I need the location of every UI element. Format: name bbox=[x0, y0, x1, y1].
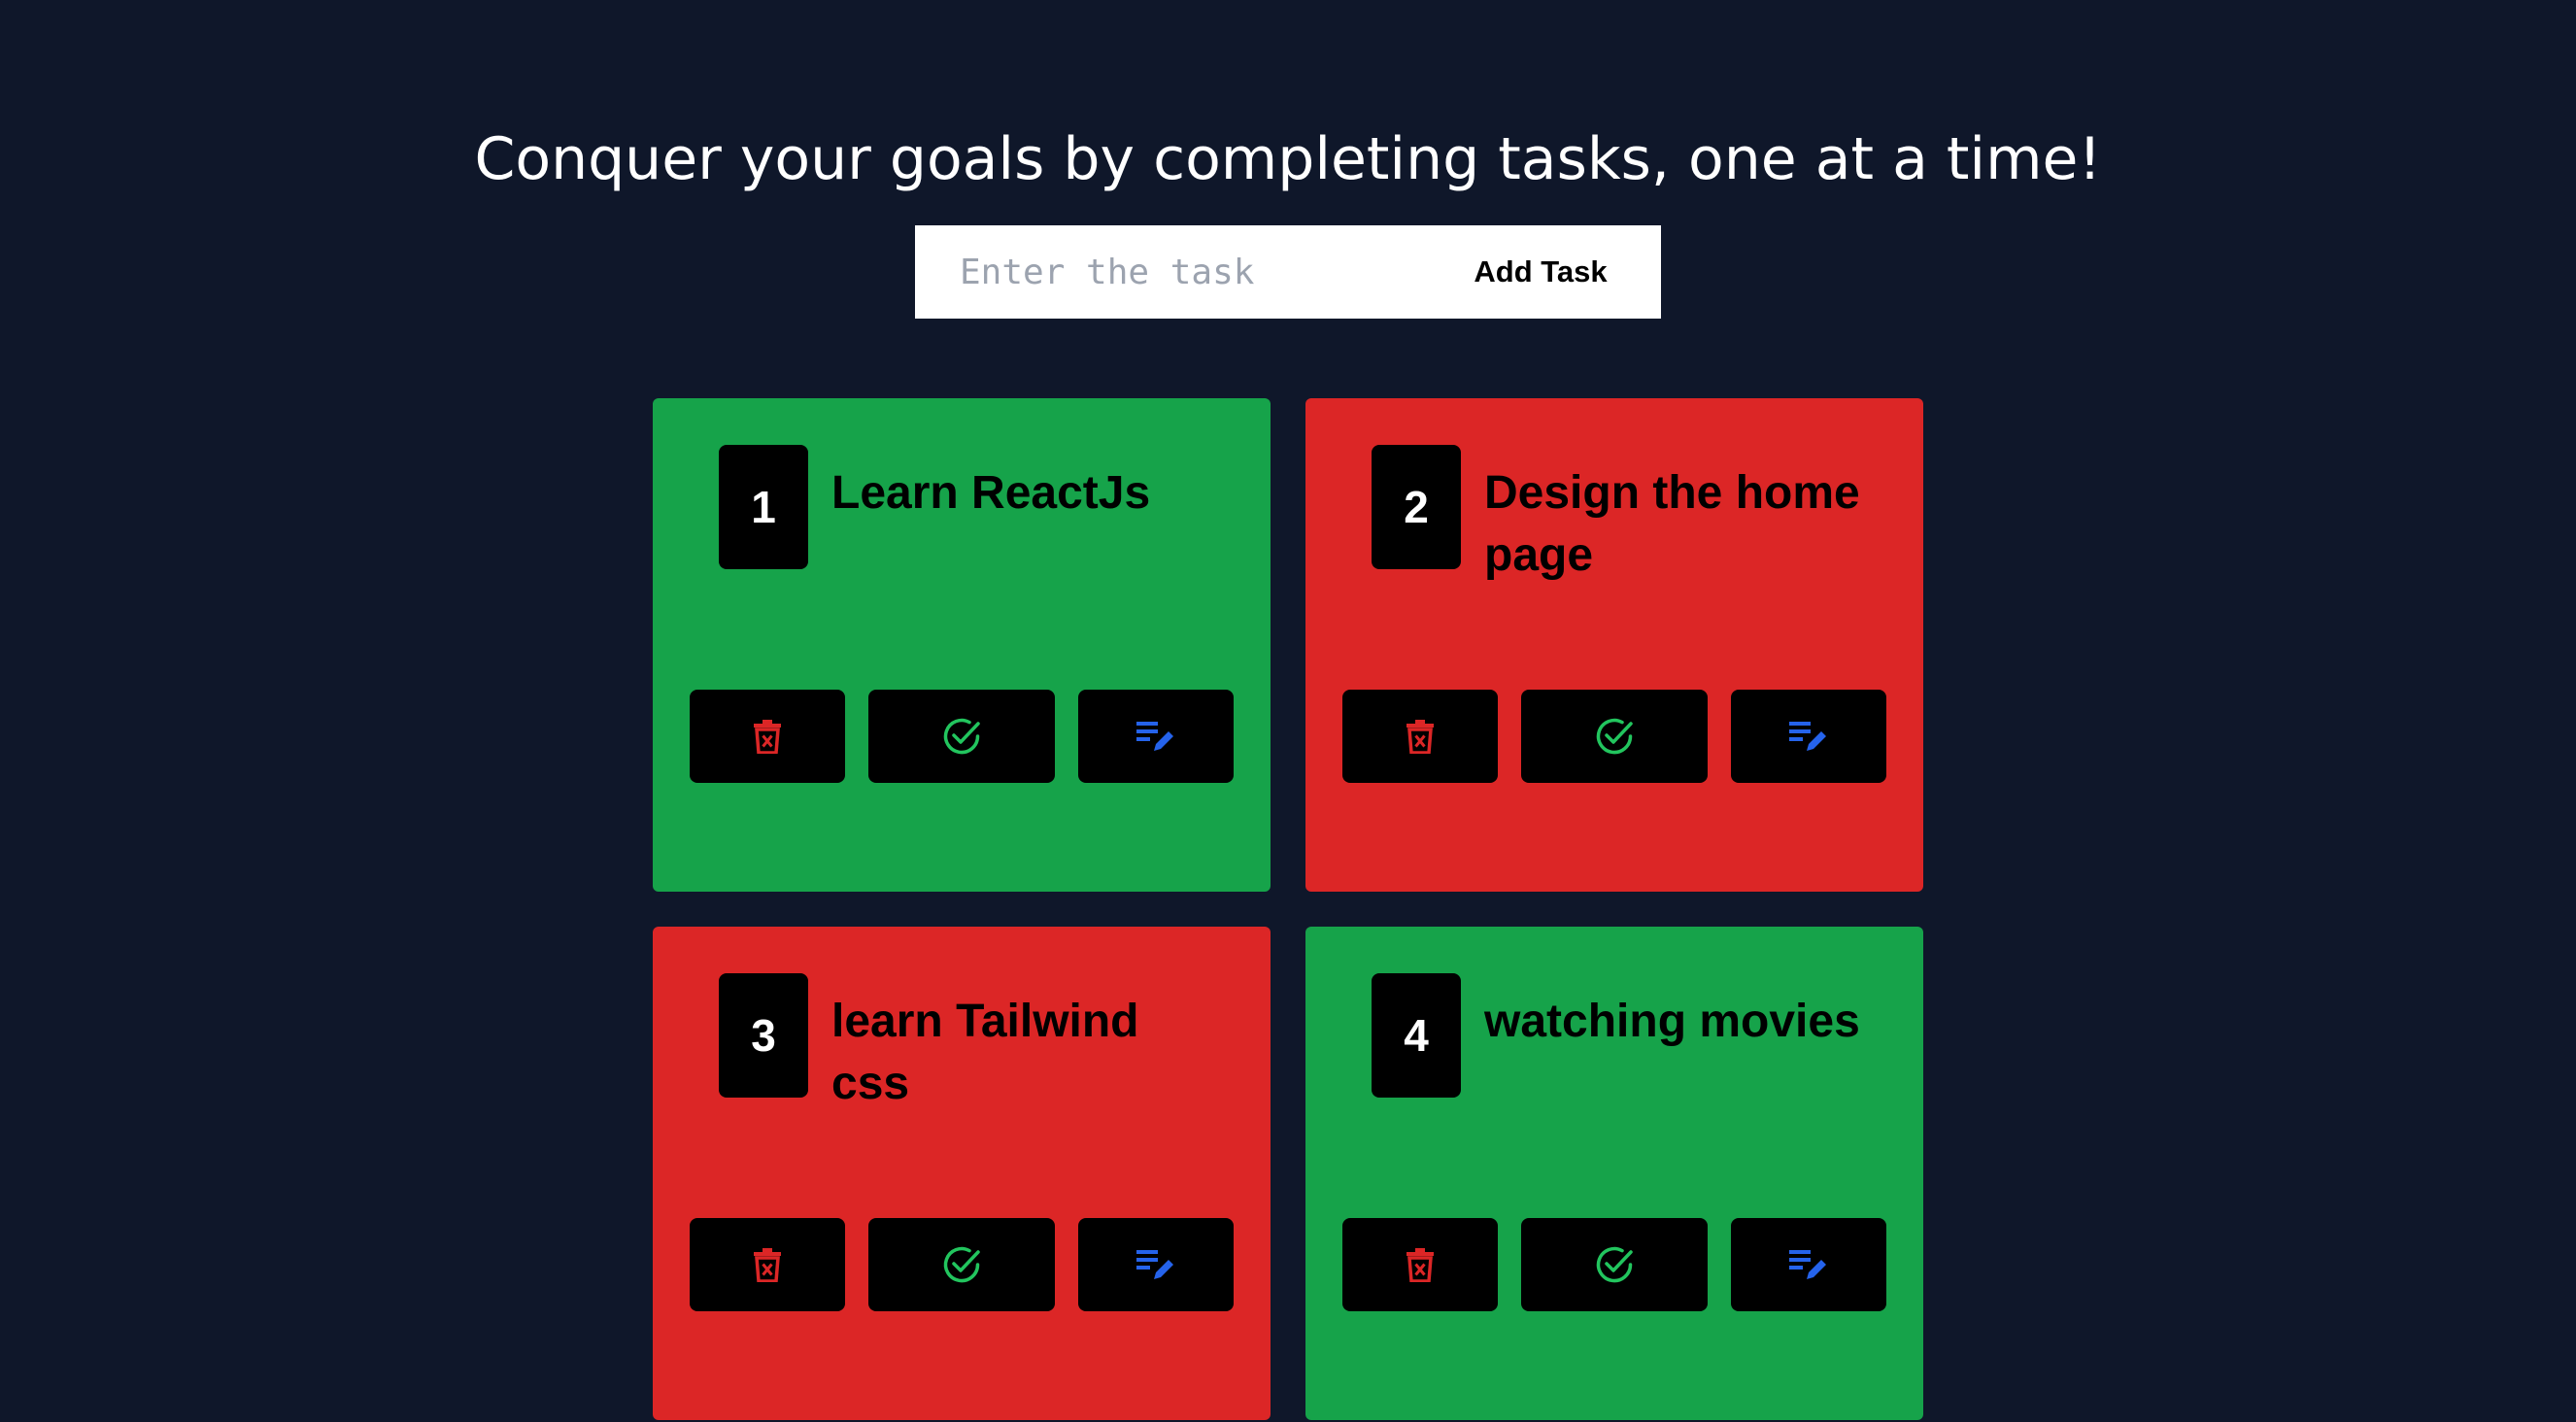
check-circle-icon bbox=[943, 1246, 980, 1283]
complete-task-button[interactable] bbox=[1521, 1218, 1708, 1311]
complete-task-button[interactable] bbox=[868, 1218, 1055, 1311]
check-circle-icon bbox=[1596, 718, 1633, 755]
edit-task-button[interactable] bbox=[1078, 690, 1234, 783]
trash-x-icon bbox=[1407, 1248, 1434, 1282]
task-number-badge: 1 bbox=[719, 445, 808, 569]
task-title: watching movies bbox=[1484, 996, 1860, 1047]
edit-task-button[interactable] bbox=[1731, 690, 1886, 783]
task-card: 3 learn Tailwind css bbox=[653, 927, 1271, 1420]
task-card: 1 Learn ReactJs bbox=[653, 398, 1271, 892]
task-title: learn Tailwind css bbox=[831, 996, 1139, 1109]
complete-task-button[interactable] bbox=[1521, 690, 1708, 783]
edit-note-icon bbox=[1136, 722, 1173, 751]
delete-task-button[interactable] bbox=[690, 1218, 845, 1311]
task-number-badge: 2 bbox=[1372, 445, 1461, 569]
edit-note-icon bbox=[1136, 1250, 1173, 1279]
task-card: 2 Design the home page bbox=[1305, 398, 1923, 892]
edit-task-button[interactable] bbox=[1078, 1218, 1234, 1311]
task-form: Add Task bbox=[915, 225, 1661, 319]
task-number-badge: 3 bbox=[719, 973, 808, 1098]
task-card: 4 watching movies bbox=[1305, 927, 1923, 1420]
page-title: Conquer your goals by completing tasks, … bbox=[474, 125, 2102, 193]
edit-note-icon bbox=[1789, 722, 1826, 751]
delete-task-button[interactable] bbox=[1342, 1218, 1498, 1311]
delete-task-button[interactable] bbox=[690, 690, 845, 783]
delete-task-button[interactable] bbox=[1342, 690, 1498, 783]
task-number-badge: 4 bbox=[1372, 973, 1461, 1098]
task-title: Learn ReactJs bbox=[831, 467, 1151, 519]
complete-task-button[interactable] bbox=[868, 690, 1055, 783]
trash-x-icon bbox=[754, 1248, 781, 1282]
task-input[interactable] bbox=[915, 225, 1420, 319]
edit-task-button[interactable] bbox=[1731, 1218, 1886, 1311]
trash-x-icon bbox=[1407, 720, 1434, 754]
trash-x-icon bbox=[754, 720, 781, 754]
check-circle-icon bbox=[943, 718, 980, 755]
task-title: Design the home page bbox=[1484, 467, 1860, 581]
check-circle-icon bbox=[1596, 1246, 1633, 1283]
add-task-button[interactable]: Add Task bbox=[1420, 225, 1661, 319]
edit-note-icon bbox=[1789, 1250, 1826, 1279]
